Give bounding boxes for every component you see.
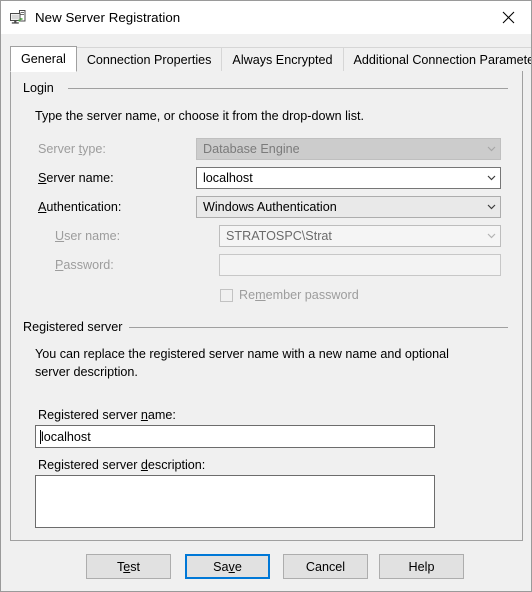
remember-password-label: Remember password (239, 288, 359, 302)
password-label: Password: (55, 258, 114, 272)
authentication-combobox[interactable]: Windows Authentication (196, 196, 501, 218)
tabstrip: General Connection Properties Always Enc… (10, 46, 532, 72)
chevron-down-icon (483, 226, 500, 246)
login-instruction: Type the server name, or choose it from … (35, 109, 364, 123)
user-name-combobox: STRATOSPC\Strat (219, 225, 501, 247)
password-field (219, 254, 501, 276)
user-name-label: User name: (55, 229, 121, 243)
server-type-combobox: Database Engine (196, 138, 501, 160)
chevron-down-icon (483, 139, 500, 159)
tab-general[interactable]: General (10, 46, 77, 72)
dialog-button-bar: Test Save Cancel Help (1, 542, 531, 591)
cancel-button-label: Cancel (305, 559, 346, 574)
server-type-label: Server type: (38, 142, 106, 156)
tab-always-encrypted[interactable]: Always Encrypted (221, 47, 344, 71)
general-tab-panel: Login Type the server name, or choose it… (10, 70, 523, 541)
tab-additional-connection-parameters-label: Additional Connection Parameters (353, 52, 532, 67)
tab-additional-connection-parameters[interactable]: Additional Connection Parameters (342, 47, 532, 71)
user-name-value: STRATOSPC\Strat (226, 229, 332, 243)
registered-server-name-label: Registered server name: (38, 408, 176, 422)
registered-server-description-label: Registered server description: (38, 458, 206, 472)
registered-server-description-textarea[interactable] (35, 475, 435, 528)
tab-always-encrypted-label: Always Encrypted (232, 52, 333, 67)
authentication-value: Windows Authentication (203, 200, 337, 214)
registered-server-name-input[interactable]: localhost (35, 425, 435, 448)
checkbox-box-icon (220, 288, 233, 302)
login-group-rule (68, 88, 508, 89)
registered-server-name-value: localhost (41, 429, 91, 444)
authentication-label: Authentication: (38, 200, 122, 214)
window-title: New Server Registration (35, 10, 181, 25)
chevron-down-icon[interactable] (483, 168, 500, 188)
cancel-button[interactable]: Cancel (283, 554, 368, 579)
server-type-value: Database Engine (203, 142, 300, 156)
test-button-label: Test (116, 559, 141, 574)
save-button[interactable]: Save (185, 554, 270, 579)
chevron-down-icon[interactable] (483, 197, 500, 217)
registered-server-group-legend: Registered server (23, 320, 130, 334)
new-server-registration-dialog: New Server Registration General Connecti… (0, 0, 532, 592)
help-button[interactable]: Help (379, 554, 464, 579)
server-name-combobox[interactable]: localhost (196, 167, 501, 189)
registered-server-instruction: You can replace the registered server na… (35, 347, 449, 379)
help-button-label: Help (408, 559, 435, 574)
tab-general-label: General (21, 52, 66, 66)
titlebar: New Server Registration (1, 1, 531, 34)
tab-connection-properties[interactable]: Connection Properties (75, 47, 223, 71)
remember-password-checkbox: Remember password (220, 288, 359, 302)
close-icon[interactable] (486, 1, 531, 33)
login-group-legend: Login (23, 81, 61, 95)
save-button-label: Save (213, 559, 242, 574)
test-button[interactable]: Test (86, 554, 171, 579)
server-name-label: Server name: (38, 171, 114, 185)
server-registration-icon (9, 9, 27, 27)
tab-connection-properties-label: Connection Properties (86, 52, 212, 67)
registered-server-group-rule (124, 327, 508, 328)
server-name-value: localhost (203, 171, 253, 185)
